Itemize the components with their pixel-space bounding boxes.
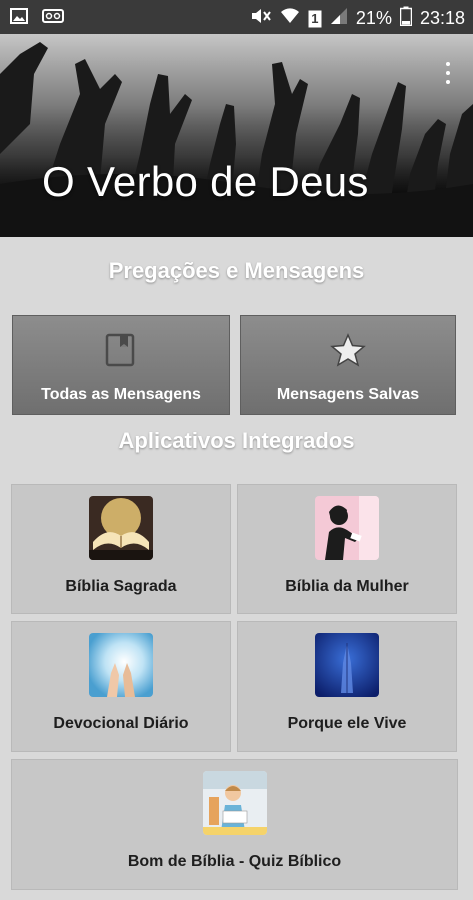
battery-icon: [399, 6, 413, 31]
app-tile-devocional-diario[interactable]: Devocional Diário: [11, 621, 231, 752]
praying-hands-blue-thumbnail: [315, 633, 379, 697]
sim-slot-number: 1: [311, 10, 319, 26]
app-title: O Verbo de Deus: [42, 158, 369, 205]
praying-hands-light-thumbnail: [89, 633, 153, 697]
star-icon: [330, 333, 366, 372]
clock: 23:18: [419, 8, 465, 28]
app-label: Bíblia Sagrada: [65, 578, 177, 595]
all-messages-button[interactable]: Todas as Mensagens: [12, 315, 230, 415]
saved-messages-button[interactable]: Mensagens Salvas: [240, 315, 456, 415]
app-tile-biblia-sagrada[interactable]: Bíblia Sagrada: [11, 484, 231, 614]
wifi-icon: [280, 7, 300, 30]
child-reading-thumbnail: [202, 771, 267, 835]
saved-messages-label: Mensagens Salvas: [276, 386, 420, 403]
battery-percent: 21%: [355, 8, 392, 28]
all-messages-label: Todas as Mensagens: [41, 386, 201, 403]
book-icon: [104, 333, 138, 372]
open-bible-thumbnail: [89, 496, 153, 560]
app-label: Bom de Bíblia - Quiz Bíblico: [127, 853, 342, 870]
overflow-menu-icon[interactable]: [445, 62, 451, 84]
status-bar: 1 21% 23:18: [0, 0, 473, 34]
app-label: Devocional Diário: [53, 715, 189, 732]
app-label: Bíblia da Mulher: [285, 578, 409, 595]
app-tile-biblia-da-mulher[interactable]: Bíblia da Mulher: [237, 484, 457, 614]
sim-icon: 1: [308, 10, 322, 28]
app-label: Porque ele Vive: [287, 715, 407, 732]
woman-reading-thumbnail: [315, 496, 379, 560]
apps-section-heading: Aplicativos Integrados: [118, 428, 355, 453]
voicemail-icon: [42, 8, 64, 29]
app-tile-bom-de-biblia[interactable]: Bom de Bíblia - Quiz Bíblico: [11, 759, 458, 890]
messages-section-heading: Pregações e Mensagens: [108, 258, 365, 283]
raised-hands-image: [0, 34, 473, 237]
header-banner: O Verbo de Deus: [0, 34, 473, 237]
signal-icon: [330, 7, 348, 30]
image-notification-icon: [10, 8, 28, 29]
mute-icon: [250, 7, 272, 30]
app-tile-porque-ele-vive[interactable]: Porque ele Vive: [237, 621, 457, 752]
